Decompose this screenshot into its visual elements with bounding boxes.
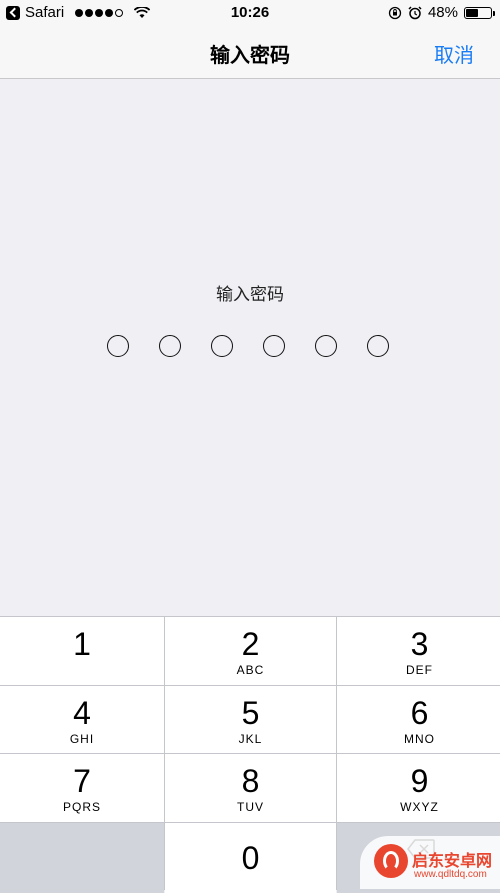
passcode-dot — [263, 335, 285, 357]
key-number: 2 — [241, 626, 260, 662]
key-letters: JKL — [238, 732, 263, 746]
key-number: 1 — [73, 626, 91, 662]
key-3[interactable]: 3 DEF — [337, 617, 500, 685]
key-1[interactable]: 1 — [0, 617, 164, 685]
nav-bar: 输入密码 取消 — [0, 26, 500, 79]
key-letters: ABC — [236, 663, 265, 677]
key-6[interactable]: 6 MNO — [337, 686, 500, 753]
key-9[interactable]: 9 WXYZ — [337, 754, 500, 822]
key-number: 3 — [410, 626, 429, 662]
battery-percent: 48% — [427, 4, 458, 21]
key-5[interactable]: 5 JKL — [165, 686, 336, 753]
key-number: 5 — [241, 695, 260, 731]
key-number: 8 — [241, 763, 260, 799]
orientation-lock-icon — [388, 6, 402, 19]
key-0[interactable]: 0 — [165, 823, 336, 893]
passcode-dots — [107, 335, 389, 357]
watermark-url: www.qdltdq.com — [414, 869, 487, 880]
watermark-name: 启东安卓网 — [412, 853, 493, 870]
passcode-dot — [315, 335, 337, 357]
key-letters: WXYZ — [400, 800, 439, 814]
key-number: 9 — [410, 763, 429, 799]
battery-fill — [466, 8, 478, 17]
key-2[interactable]: 2 ABC — [165, 617, 336, 685]
passcode-dot — [107, 335, 129, 357]
status-bar: Safari 10:26 48% — [0, 0, 500, 26]
watermark: 启东安卓网 www.qdltdq.com — [360, 836, 500, 889]
key-letters: DEF — [406, 663, 433, 677]
key-letters: GHI — [69, 732, 95, 746]
key-letters: PQRS — [62, 800, 101, 814]
key-letters: TUV — [237, 800, 264, 814]
passcode-prompt: 输入密码 — [216, 285, 284, 304]
passcode-dot — [159, 335, 181, 357]
key-7[interactable]: 7 PQRS — [0, 754, 164, 822]
key-blank — [0, 823, 164, 893]
passcode-dot — [367, 335, 389, 357]
nav-title: 输入密码 — [210, 45, 290, 67]
key-number: 0 — [241, 840, 260, 876]
key-letters: MNO — [404, 732, 435, 746]
key-number: 6 — [410, 695, 429, 731]
status-right: 48% — [388, 4, 495, 21]
cancel-button[interactable]: 取消 — [434, 39, 474, 68]
passcode-dot — [211, 335, 233, 357]
key-number: 4 — [73, 695, 91, 731]
key-4[interactable]: 4 GHI — [0, 686, 164, 753]
alarm-icon — [408, 5, 422, 19]
battery-icon — [464, 6, 495, 19]
key-8[interactable]: 8 TUV — [165, 754, 336, 822]
key-number: 7 — [73, 763, 91, 799]
watermark-logo-icon — [374, 844, 408, 878]
